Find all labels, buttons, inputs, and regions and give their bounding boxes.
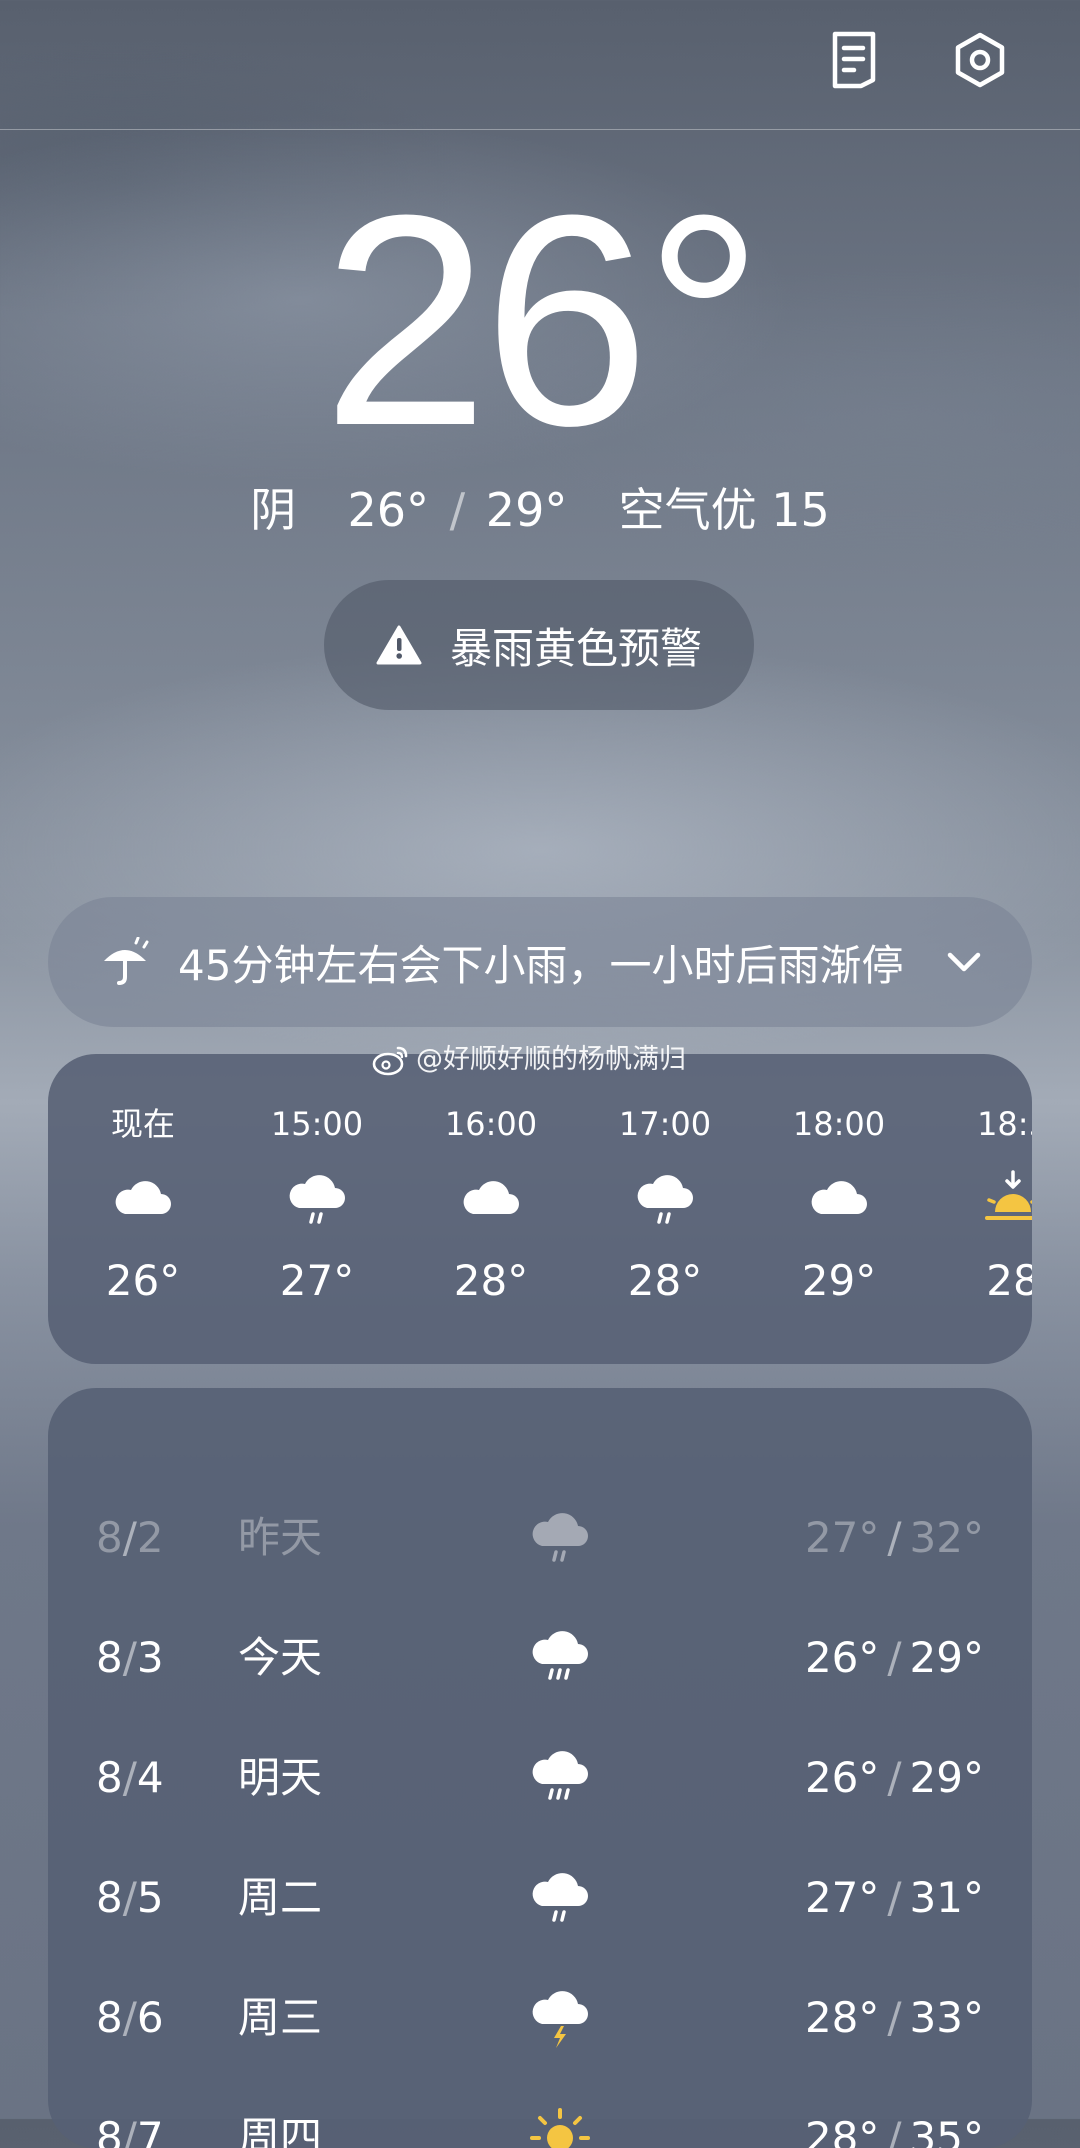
hour-temp: 28 — [986, 1256, 1032, 1305]
cloud-icon — [459, 1168, 523, 1232]
hour-item: 16:00 28° — [421, 1054, 561, 1364]
day-label: 周三 — [238, 1993, 323, 2042]
day-date: 8/6 — [96, 1993, 164, 2042]
hour-item: 现在 26° — [73, 1054, 213, 1364]
low-temp: 26° — [347, 483, 430, 537]
header-divider — [0, 129, 1080, 130]
day-temps: 28°/35° — [804, 2113, 984, 2148]
day-label: 周二 — [238, 1873, 323, 1922]
hour-temp: 26° — [105, 1256, 181, 1305]
high-temp: 29° — [485, 483, 568, 537]
rain-forecast-text: 45分钟左右会下小雨，一小时后雨渐停 — [178, 940, 904, 990]
day-temps: 26°/29° — [804, 1753, 984, 1802]
day-label: 昨天 — [238, 1513, 323, 1562]
umbrella-icon — [100, 936, 150, 987]
alert-label: 暴雨黄色预警 — [449, 623, 702, 673]
light-rain-icon — [528, 1866, 592, 1930]
watermark-text: @好顺好顺的杨帆满归 — [416, 1044, 686, 1075]
hour-item: 18:5 28 — [943, 1054, 1032, 1364]
hour-temp: 29° — [801, 1256, 877, 1305]
hour-time: 现在 — [110, 1105, 175, 1143]
hour-time: 15:00 — [270, 1105, 364, 1143]
weibo-icon — [372, 1044, 410, 1076]
temp-separator: / — [449, 483, 466, 537]
hour-item: 17:00 28° — [595, 1054, 735, 1364]
day-row[interactable]: 8/2 昨天 27°/32° — [48, 1498, 1032, 1578]
daily-forecast-card[interactable]: 8/2 昨天 27°/32° 8/3 今天 26°/29° 8/4 明天 26°… — [48, 1388, 1032, 2148]
day-date: 8/5 — [96, 1873, 164, 1922]
rain-forecast-bar[interactable]: 45分钟左右会下小雨，一小时后雨渐停 — [48, 897, 1032, 1027]
current-temperature: 26° — [322, 152, 764, 488]
light-rain-icon — [285, 1168, 349, 1232]
sunset-icon — [981, 1168, 1032, 1232]
hour-time: 18:00 — [792, 1105, 886, 1143]
day-row[interactable]: 8/6 周三 28°/33° — [48, 1978, 1032, 2058]
day-row[interactable]: 8/4 明天 26°/29° — [48, 1738, 1032, 1818]
day-row[interactable]: 8/5 周二 27°/31° — [48, 1858, 1032, 1938]
moderate-rain-icon — [528, 1746, 592, 1810]
light-rain-icon — [633, 1168, 697, 1232]
cloud-icon — [111, 1168, 175, 1232]
hourly-forecast-card[interactable]: 现在 26° 15:00 27° 16:00 28° 17:00 28° 18:… — [48, 1054, 1032, 1364]
day-temps: 28°/33° — [804, 1993, 984, 2042]
day-temps: 27°/32° — [804, 1513, 984, 1562]
warning-icon — [376, 624, 422, 666]
day-date: 8/7 — [96, 2113, 164, 2148]
settings-icon[interactable] — [948, 28, 1012, 92]
hour-item: 15:00 27° — [247, 1054, 387, 1364]
day-temps: 27°/31° — [804, 1873, 984, 1922]
thunderstorm-icon — [528, 1986, 592, 2050]
day-row[interactable]: 8/3 今天 26°/29° — [48, 1618, 1032, 1698]
condition-text: 阴 — [250, 483, 297, 537]
hour-temp: 27° — [279, 1256, 355, 1305]
hour-item: 18:00 29° — [769, 1054, 909, 1364]
hour-time: 18:5 — [977, 1105, 1032, 1143]
day-date: 8/4 — [96, 1753, 164, 1802]
weather-summary: 阴 26° / 29° 空气优 15 — [0, 480, 1080, 540]
day-label: 今天 — [238, 1633, 323, 1682]
cloud-icon — [807, 1168, 871, 1232]
day-label: 明天 — [238, 1753, 323, 1802]
air-quality[interactable]: 空气优 15 — [619, 483, 830, 537]
hour-time: 16:00 — [444, 1105, 538, 1143]
sun-icon — [528, 2106, 592, 2148]
hour-time: 17:00 — [618, 1105, 712, 1143]
day-date: 8/3 — [96, 1633, 164, 1682]
rainstorm-alert-button[interactable]: 暴雨黄色预警 — [324, 580, 754, 710]
report-icon[interactable] — [822, 28, 886, 92]
day-label: 周四 — [238, 2113, 323, 2148]
day-temps: 26°/29° — [804, 1633, 984, 1682]
light-rain-icon — [528, 1506, 592, 1570]
watermark: @好顺好顺的杨帆满归 — [372, 1042, 686, 1078]
chevron-down-icon[interactable] — [944, 942, 984, 982]
day-date: 8/2 — [96, 1513, 164, 1562]
hour-temp: 28° — [453, 1256, 529, 1305]
hour-temp: 28° — [627, 1256, 703, 1305]
moderate-rain-icon — [528, 1626, 592, 1690]
day-row[interactable]: 8/7 周四 28°/35° — [48, 2098, 1032, 2148]
